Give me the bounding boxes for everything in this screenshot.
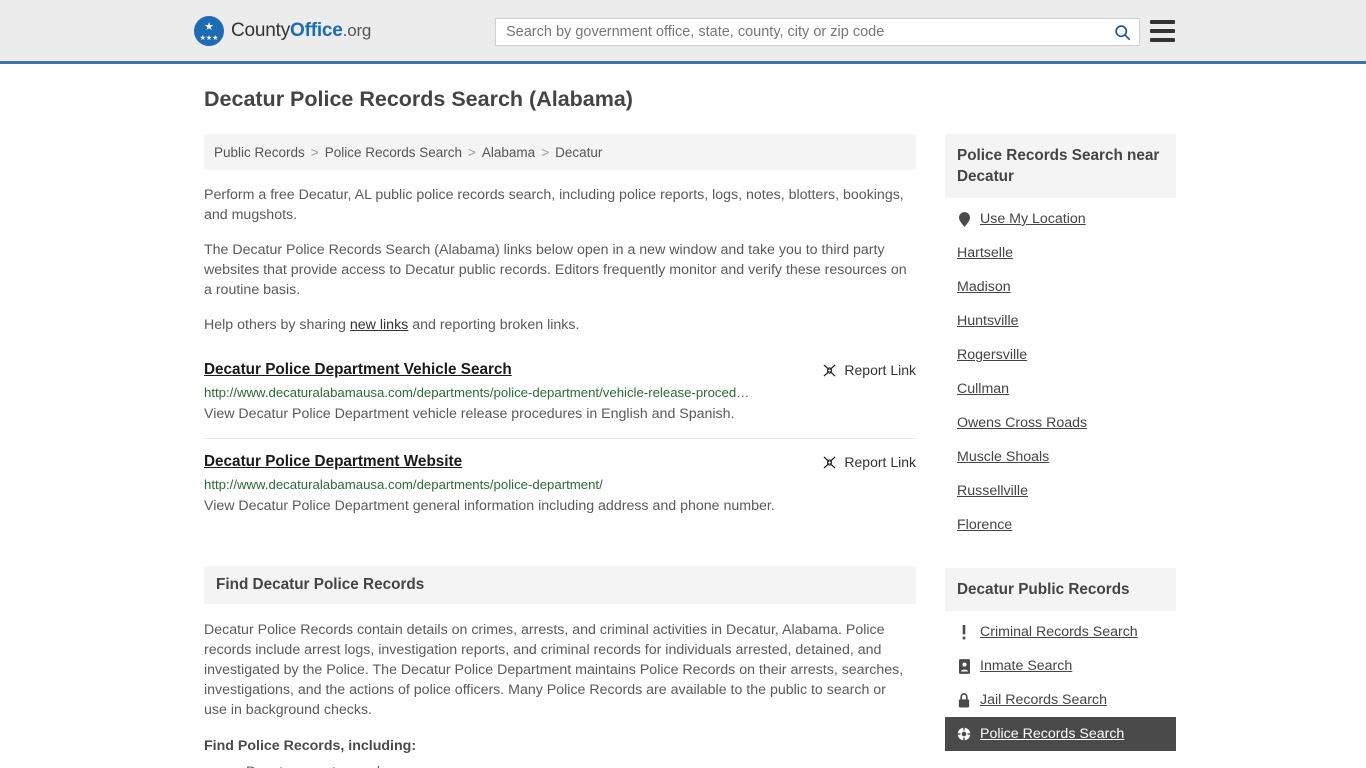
search-button[interactable]	[1105, 19, 1139, 45]
logo-text-part2: Office	[290, 19, 343, 41]
find-records-section: Find Decatur Police Records Decatur Poli…	[204, 566, 916, 768]
content-columns: Public Records > Police Records Search >…	[204, 134, 1366, 768]
nearby-panel: Police Records Search near Decatur Use M…	[945, 134, 1176, 542]
main-column: Public Records > Police Records Search >…	[204, 134, 916, 768]
hamburger-bar-1	[1150, 20, 1175, 24]
id-badge-icon	[957, 658, 971, 674]
public-records-list: Criminal Records Search Inmate Search Ja…	[945, 611, 1176, 751]
sidebar-item-hartselle[interactable]: Hartselle	[945, 236, 1176, 270]
sidebar-item-label: Jail Records Search	[980, 692, 1107, 708]
hamburger-bar-3	[1150, 38, 1175, 42]
sidebar-item-label: Muscle Shoals	[957, 449, 1050, 465]
sidebar-item-russellville[interactable]: Russellville	[945, 474, 1176, 508]
hamburger-bar-2	[1150, 29, 1175, 33]
sidebar-item-huntsville[interactable]: Huntsville	[945, 304, 1176, 338]
site-header: ★ ★★★ CountyOffice.org	[0, 0, 1366, 64]
sidebar-item-label: Hartselle	[957, 245, 1013, 261]
share-text-before: Help others by sharing	[204, 317, 350, 333]
share-text-after: and reporting broken links.	[408, 317, 580, 333]
result-title-link[interactable]: Decatur Police Department Vehicle Search	[204, 361, 512, 379]
result-url[interactable]: http://www.decaturalabamausa.com/departm…	[204, 385, 916, 400]
report-link-label: Report Link	[844, 454, 916, 470]
sidebar-item-muscle-shoals[interactable]: Muscle Shoals	[945, 440, 1176, 474]
sidebar-item-criminal-records-search[interactable]: Criminal Records Search	[945, 615, 1176, 649]
sidebar-item-label: Cullman	[957, 381, 1010, 397]
eagle-glyph: ★	[204, 20, 214, 33]
hamburger-menu-icon[interactable]	[1150, 20, 1175, 42]
logo-text-part3: .org	[342, 20, 372, 40]
report-link-button[interactable]: Report Link	[822, 454, 916, 470]
sidebar-item-label: Florence	[957, 517, 1013, 533]
sidebar-item-inmate-search[interactable]: Inmate Search	[945, 649, 1176, 683]
find-records-subheading: Find Police Records, including:	[204, 738, 417, 754]
stars-glyph: ★★★	[199, 34, 219, 42]
logo-text-part1: County	[231, 19, 291, 41]
sidebar-item-label: Owens Cross Roads	[957, 415, 1088, 431]
nearby-panel-heading: Police Records Search near Decatur	[945, 134, 1176, 198]
exclamation-icon	[957, 624, 971, 640]
police-badge-icon	[957, 726, 971, 742]
list-item: Decatur arrest records	[246, 762, 916, 768]
sidebar-item-label: Use My Location	[980, 211, 1086, 227]
result-header: Decatur Police Department Vehicle Search…	[204, 361, 916, 379]
broken-link-icon	[824, 456, 836, 468]
breadcrumb-item-alabama[interactable]: Alabama	[482, 145, 535, 160]
page-content: Decatur Police Records Search (Alabama) …	[0, 64, 1366, 768]
sidebar-item-label: Police Records Search	[980, 726, 1125, 742]
breadcrumb-item-public-records[interactable]: Public Records	[214, 145, 305, 160]
broken-link-icon	[824, 364, 836, 376]
breadcrumb-separator: >	[541, 144, 550, 160]
sidebar-item-use-my-location[interactable]: Use My Location	[945, 202, 1176, 236]
result-description: View Decatur Police Department general i…	[204, 498, 775, 514]
find-records-heading: Find Decatur Police Records	[204, 566, 916, 604]
result-url[interactable]: http://www.decaturalabamausa.com/departm…	[204, 477, 916, 492]
search-input[interactable]	[496, 19, 1105, 45]
result-item: Decatur Police Department Vehicle Search…	[204, 361, 916, 438]
result-title-link[interactable]: Decatur Police Department Website	[204, 453, 462, 471]
site-logo[interactable]: ★ ★★★ CountyOffice.org	[194, 15, 371, 46]
nearby-list: Use My Location Hartselle Madison Huntsv…	[945, 198, 1176, 542]
sidebar-item-label: Madison	[957, 279, 1011, 295]
results-list: Decatur Police Department Vehicle Search…	[204, 361, 916, 530]
breadcrumb-item-police-records-search[interactable]: Police Records Search	[325, 145, 462, 160]
find-records-bullets: Decatur arrest records Police investigat…	[204, 762, 916, 768]
logo-text: CountyOffice.org	[231, 20, 371, 42]
sidebar-item-label: Rogersville	[957, 347, 1028, 363]
sidebar-item-rogersville[interactable]: Rogersville	[945, 338, 1176, 372]
breadcrumb-separator: >	[310, 144, 319, 160]
breadcrumb: Public Records > Police Records Search >…	[204, 134, 916, 170]
sidebar-item-label: Inmate Search	[980, 658, 1073, 674]
sidebar-item-cullman[interactable]: Cullman	[945, 372, 1176, 406]
sidebar-item-florence[interactable]: Florence	[945, 508, 1176, 542]
result-header: Decatur Police Department Website Report…	[204, 453, 916, 471]
search-bar	[495, 18, 1140, 46]
intro-paragraph-1: Perform a free Decatur, AL public police…	[204, 187, 904, 223]
eagle-badge-icon: ★ ★★★	[194, 15, 224, 46]
intro-paragraph-3: Help others by sharing new links and rep…	[204, 315, 909, 335]
report-link-label: Report Link	[844, 362, 916, 378]
breadcrumb-separator: >	[468, 144, 476, 160]
sidebar-item-label: Russellville	[957, 483, 1028, 499]
breadcrumb-item-decatur: Decatur	[555, 144, 603, 160]
new-links-link[interactable]: new links	[350, 317, 408, 333]
report-link-button[interactable]: Report Link	[822, 362, 916, 378]
public-records-heading: Decatur Public Records	[945, 568, 1176, 611]
search-icon	[1114, 24, 1130, 40]
result-description: View Decatur Police Department vehicle r…	[204, 406, 735, 422]
padlock-icon	[957, 692, 971, 708]
sidebar-item-madison[interactable]: Madison	[945, 270, 1176, 304]
public-records-panel: Decatur Public Records Criminal Records …	[945, 568, 1176, 751]
sidebar: Police Records Search near Decatur Use M…	[945, 134, 1176, 768]
result-item: Decatur Police Department Website Report…	[204, 438, 916, 530]
page-title: Decatur Police Records Search (Alabama)	[204, 87, 633, 111]
find-records-body: Decatur Police Records contain details o…	[204, 604, 916, 768]
sidebar-item-label: Criminal Records Search	[980, 624, 1138, 640]
find-records-text: Decatur Police Records contain details o…	[204, 622, 904, 718]
map-pin-icon	[957, 211, 971, 227]
sidebar-item-jail-records-search[interactable]: Jail Records Search	[945, 683, 1176, 717]
sidebar-item-owens-cross-roads[interactable]: Owens Cross Roads	[945, 406, 1176, 440]
intro-paragraph-2: The Decatur Police Records Search (Alaba…	[204, 242, 907, 298]
sidebar-item-label: Huntsville	[957, 313, 1019, 329]
sidebar-item-police-records-search[interactable]: Police Records Search	[945, 717, 1176, 751]
